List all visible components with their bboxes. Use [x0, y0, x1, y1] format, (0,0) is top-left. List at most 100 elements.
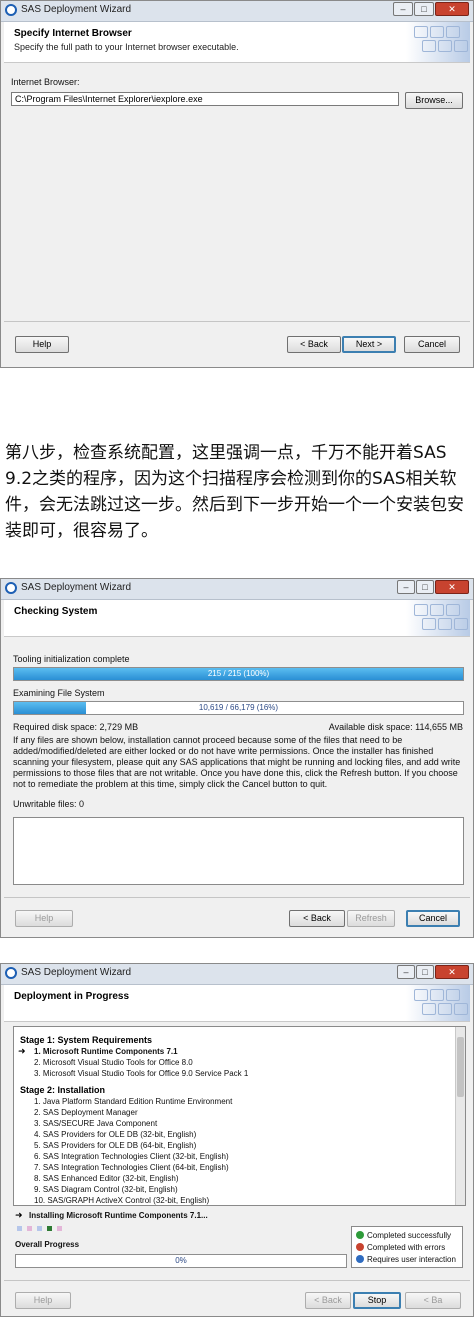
instructions-text: If any files are shown below, installati… — [13, 735, 461, 789]
page-title: Checking System — [14, 606, 98, 617]
sas-logo-icon — [5, 967, 17, 979]
page-title: Specify Internet Browser — [14, 28, 132, 39]
refresh-button[interactable]: Refresh — [347, 910, 395, 927]
header-decoration — [406, 22, 470, 62]
minimize-icon[interactable]: – — [397, 965, 415, 979]
stage-1-heading: Stage 1: System Requirements — [20, 1035, 153, 1045]
status-marker — [37, 1226, 42, 1231]
close-icon[interactable]: ✕ — [435, 965, 469, 979]
stage2-step: 7. SAS Integration Technologies Client (… — [34, 1163, 229, 1172]
cancel-button[interactable]: Cancel — [404, 336, 460, 353]
stage2-step: 4. SAS Providers for OLE DB (32-bit, Eng… — [34, 1130, 197, 1139]
legend-user-text: Requires user interaction — [367, 1255, 456, 1264]
wizard-window-checking: SAS Deployment Wizard – □ ✕ Checking Sys… — [0, 578, 474, 938]
check-icon — [356, 1231, 364, 1239]
unwritable-files-label: Unwritable files: 0 — [13, 799, 85, 809]
help-button[interactable]: Help — [15, 910, 73, 927]
stage1-step: 3. Microsoft Visual Studio Tools for Off… — [34, 1069, 249, 1078]
window-title: SAS Deployment Wizard — [21, 582, 132, 593]
maximize-icon[interactable]: □ — [416, 965, 434, 979]
examining-label: Examining File System — [13, 688, 105, 698]
help-button[interactable]: Help — [15, 336, 69, 353]
info-icon — [356, 1255, 364, 1263]
instruction-paragraph: 第八步，检查系统配置，这里强调一点，千万不能开着SAS 9.2之类的程序，因为这… — [5, 443, 464, 541]
wizard-window-deployment: SAS Deployment Wizard – □ ✕ Deployment i… — [0, 963, 474, 1317]
wizard-header: Specify Internet Browser Specify the ful… — [4, 22, 470, 63]
examining-progress-bar: 10,619 / 66,179 (16%) — [13, 701, 464, 715]
stage2-step: 1. Java Platform Standard Edition Runtim… — [34, 1097, 233, 1106]
close-icon[interactable]: ✕ — [435, 580, 469, 594]
window-title: SAS Deployment Wizard — [21, 967, 132, 978]
minimize-icon[interactable]: – — [397, 580, 415, 594]
installing-status: Installing Microsoft Runtime Components … — [29, 1211, 208, 1220]
stage2-step: 10. SAS/GRAPH ActiveX Control (32-bit, E… — [34, 1196, 210, 1205]
stage1-step: 2. Microsoft Visual Studio Tools for Off… — [34, 1058, 193, 1067]
divider — [4, 897, 470, 898]
cancel-button[interactable]: Cancel — [406, 910, 460, 927]
stage2-step: 3. SAS/SECURE Java Component — [34, 1119, 158, 1128]
current-step-arrow-icon: ➜ — [18, 1046, 26, 1056]
stage2-step: 8. SAS Enhanced Editor (32-bit, English) — [34, 1174, 179, 1183]
header-decoration — [406, 600, 470, 636]
scrollbar-thumb[interactable] — [457, 1037, 464, 1097]
status-marker — [27, 1226, 32, 1231]
installing-arrow-icon: ➜ — [15, 1210, 23, 1220]
stop-button[interactable]: Stop — [353, 1292, 401, 1309]
wizard-header: Checking System — [4, 600, 470, 637]
legend-success: Completed successfully — [356, 1231, 451, 1240]
deployment-step-list[interactable]: Stage 1: System Requirements ➜ 1. Micros… — [13, 1026, 466, 1206]
maximize-icon[interactable]: □ — [416, 580, 434, 594]
stage2-step: 9. SAS Diagram Control (32-bit, English) — [34, 1185, 178, 1194]
sas-logo-icon — [5, 4, 17, 16]
back-button[interactable]: < Back — [287, 336, 341, 353]
status-legend: Completed successfully Completed with er… — [351, 1226, 463, 1268]
stage-2-heading: Stage 2: Installation — [20, 1085, 106, 1095]
status-marker — [17, 1226, 22, 1231]
wizard-window-browser: SAS Deployment Wizard – □ ✕ Specify Inte… — [0, 0, 474, 368]
header-decoration — [406, 985, 470, 1021]
minimize-icon[interactable]: – — [393, 2, 413, 16]
status-marker — [57, 1226, 62, 1231]
status-marker — [47, 1226, 52, 1231]
available-disk-space: Available disk space: 114,655 MB — [328, 722, 463, 732]
stage2-step: 6. SAS Integration Technologies Client (… — [34, 1152, 229, 1161]
examining-progress-text: 10,619 / 66,179 (16%) — [198, 703, 279, 712]
cancel-button[interactable]: < Ba — [405, 1292, 461, 1309]
tooling-label: Tooling initialization complete — [13, 654, 130, 664]
stage2-step: 5. SAS Providers for OLE DB (64-bit, Eng… — [34, 1141, 197, 1150]
overall-progress-text: 0% — [175, 1256, 187, 1265]
window-title: SAS Deployment Wizard — [21, 4, 132, 15]
close-icon[interactable]: ✕ — [435, 2, 469, 16]
divider — [4, 1280, 470, 1281]
back-button[interactable]: < Back — [289, 910, 345, 927]
stage2-step: 2. SAS Deployment Manager — [34, 1108, 138, 1117]
overall-progress-label: Overall Progress — [15, 1240, 80, 1249]
legend-errors: Completed with errors — [356, 1243, 445, 1252]
maximize-icon[interactable]: □ — [414, 2, 434, 16]
title-bar[interactable]: SAS Deployment Wizard – □ ✕ — [1, 579, 473, 600]
browser-path-input[interactable]: C:\Program Files\Internet Explorer\iexpl… — [11, 92, 399, 106]
browse-button[interactable]: Browse... — [405, 92, 463, 109]
legend-success-text: Completed successfully — [367, 1231, 452, 1240]
unwritable-files-list[interactable] — [13, 817, 464, 885]
divider — [4, 321, 470, 322]
back-button[interactable]: < Back — [305, 1292, 351, 1309]
tooling-progress-text: 215 / 215 (100%) — [207, 669, 270, 678]
sas-logo-icon — [5, 582, 17, 594]
wizard-header: Deployment in Progress — [4, 985, 470, 1022]
legend-user: Requires user interaction — [356, 1255, 456, 1264]
legend-errors-text: Completed with errors — [367, 1243, 446, 1252]
error-icon — [356, 1243, 364, 1251]
page-subtitle: Specify the full path to your Internet b… — [14, 42, 239, 52]
page-title: Deployment in Progress — [14, 991, 130, 1002]
tooling-progress-bar: 215 / 215 (100%) — [13, 667, 464, 681]
browser-field-label: Internet Browser: — [11, 77, 80, 87]
help-button[interactable]: Help — [15, 1292, 71, 1309]
stage1-step: 1. Microsoft Runtime Components 7.1 — [34, 1047, 178, 1056]
overall-progress-bar: 0% — [15, 1254, 347, 1268]
title-bar[interactable]: SAS Deployment Wizard – □ ✕ — [1, 964, 473, 985]
next-button[interactable]: Next > — [342, 336, 396, 353]
vertical-scrollbar[interactable] — [455, 1027, 465, 1205]
title-bar[interactable]: SAS Deployment Wizard – □ ✕ — [1, 1, 473, 22]
required-disk-space: Required disk space: 2,729 MB — [13, 722, 139, 732]
